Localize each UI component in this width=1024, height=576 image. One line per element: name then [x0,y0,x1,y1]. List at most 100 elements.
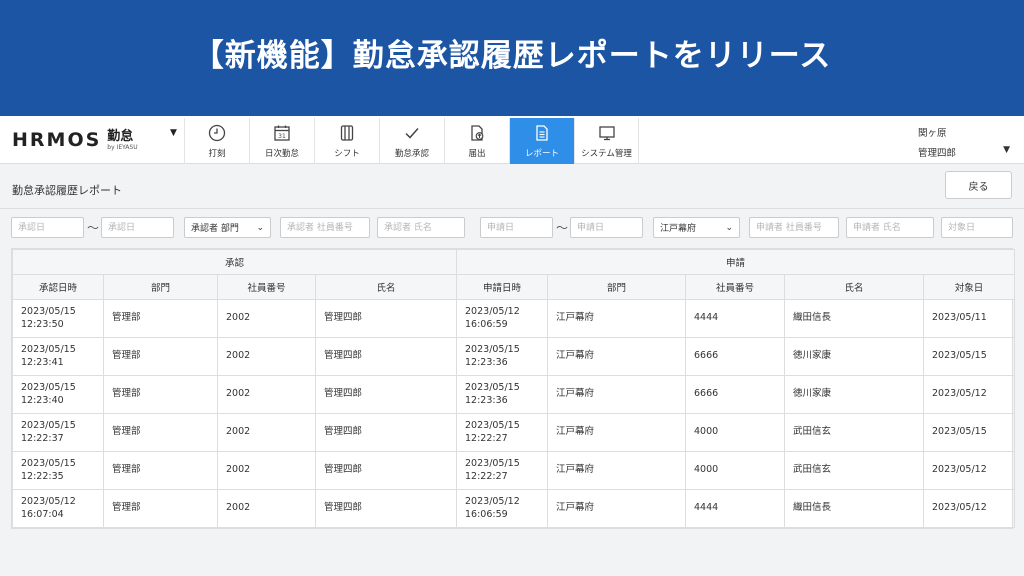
back-button[interactable]: 戻る [945,171,1012,199]
apply-date-to-input[interactable] [570,217,643,238]
application-datetime-cell: 2023/05/12 16:06:59 [456,489,549,528]
approver-empno-value: 2002 [226,312,251,324]
applicant-dept-value: 江戸幕府 [556,312,595,324]
column-header: 承認日時 [12,274,104,300]
nav-item-report[interactable]: レポート [509,118,574,164]
approval-datetime-date: 2023/05/15 [21,343,76,355]
applicant-empno-value: 4000 [694,464,719,476]
application-datetime-time: 16:06:59 [465,318,508,330]
applicant-dept-value: 江戸幕府 [556,350,595,362]
nav-item-attendance-approval[interactable]: 勤怠承認 [379,118,444,164]
applicant-empno-cell: 4444 [685,489,786,528]
user-name: 管理四郎 [918,148,957,159]
applicant-empno-value: 4000 [694,426,719,438]
application-datetime-cell: 2023/05/12 16:06:59 [456,299,549,338]
applicant-empno-cell: 6666 [685,337,786,376]
top-navigation-bar: HRMOS 勤怠 by IEYASU ▼ 打刻 31 日次勤怠 シフト 勤怠承認… [0,116,1024,164]
user-menu[interactable]: 関ヶ原 管理四郎 ▼ [918,125,1014,159]
approval-datetime-date: 2023/05/15 [21,381,76,393]
caret-down-icon[interactable]: ▼ [170,128,177,138]
approval-datetime-date: 2023/05/15 [21,305,76,317]
approver-dept-cell: 管理部 [103,375,218,414]
applicant-dept-cell: 江戸幕府 [547,489,687,528]
approve-date-to-input[interactable] [101,217,174,238]
applicant-empno-input[interactable] [749,217,839,238]
approver-dept-select[interactable]: 承認者 部門 ⌄ [184,217,271,238]
approver-name-input[interactable] [377,217,465,238]
nav-label-notification: 届出 [468,149,486,159]
approval-datetime-cell: 2023/05/15 12:23:50 [12,299,104,338]
applicant-name-cell: 織田信長 [784,299,925,338]
approval-datetime-time: 12:23:40 [21,394,64,406]
table-row: 2023/05/15 12:23:41 管理部 2002 管理四郎 2023/05/15 1… [12,337,1016,376]
nav-label-report: レポート [524,149,559,159]
application-datetime-time: 12:22:27 [465,432,508,444]
approver-name-value: 管理四郎 [324,426,363,438]
approver-dept-select-value: 承認者 部門 [191,224,239,234]
applicant-empno-value: 4444 [694,502,719,514]
nav-item-notification[interactable]: 届出 [444,118,509,164]
approval-datetime-time: 12:22:37 [21,432,64,444]
application-datetime-time: 12:23:36 [465,394,508,406]
column-header: 対象日 [923,274,1016,300]
applicant-dept-value: 江戸幕府 [556,426,595,438]
applicant-name-value: 織田信長 [793,312,832,324]
approver-dept-cell: 管理部 [103,413,218,452]
target-date-cell: 2023/05/11 [923,299,1016,338]
banner-title: 【新機能】勤怠承認履歴レポートをリリース [192,37,832,74]
chevron-down-icon: ⌄ [725,222,733,233]
company-name: 関ヶ原 [918,128,947,139]
nav-label-attendance-approval: 勤怠承認 [394,149,429,159]
group-header-approval: 承認 [11,249,458,275]
nav-item-punch[interactable]: 打刻 [184,118,249,164]
apply-date-from-input[interactable] [480,217,553,238]
target-date-value: 2023/05/11 [932,312,987,324]
approver-name-cell: 管理四郎 [314,375,458,414]
approval-datetime-cell: 2023/05/15 12:22:37 [12,413,104,452]
target-date-cell: 2023/05/15 [923,413,1016,452]
approval-datetime-time: 12:23:41 [21,356,64,368]
application-datetime-cell: 2023/05/15 12:22:27 [456,413,549,452]
applicant-name-value: 武田信玄 [793,464,832,476]
approver-empno-input[interactable] [280,217,370,238]
application-datetime-time: 12:23:36 [465,356,508,368]
approver-name-value: 管理四郎 [324,502,363,514]
range-separator: 〜 [87,221,100,235]
applicant-dept-cell: 江戸幕府 [547,299,687,338]
application-datetime-date: 2023/05/15 [465,457,520,469]
approver-name-value: 管理四郎 [324,464,363,476]
table-row: 2023/05/12 16:07:04 管理部 2002 管理四郎 2023/05/12 1… [12,489,1016,528]
approver-empno-cell: 2002 [217,299,316,338]
applicant-dept-select[interactable]: 江戸幕府 ⌄ [653,217,740,238]
application-datetime-time: 12:22:27 [465,470,508,482]
app-window: HRMOS 勤怠 by IEYASU ▼ 打刻 31 日次勤怠 シフト 勤怠承認… [0,116,1024,576]
approve-date-from-input[interactable] [11,217,84,238]
approver-empno-cell: 2002 [217,489,316,528]
nav-item-shift[interactable]: シフト [314,118,379,164]
application-datetime-date: 2023/05/12 [465,495,520,507]
applicant-dept-cell: 江戸幕府 [547,413,687,452]
applicant-empno-cell: 4000 [685,413,786,452]
target-date-value: 2023/05/15 [932,426,987,438]
main-nav: 打刻 31 日次勤怠 シフト 勤怠承認 届出 レポート システム管理 [184,118,639,164]
product-switcher[interactable]: HRMOS 勤怠 by IEYASU [12,124,138,156]
approval-datetime-cell: 2023/05/12 16:07:04 [12,489,104,528]
approver-dept-value: 管理部 [112,464,141,476]
application-datetime-date: 2023/05/15 [465,419,520,431]
target-date-cell: 2023/05/15 [923,337,1016,376]
nav-item-system-admin[interactable]: システム管理 [574,118,639,164]
application-datetime-cell: 2023/05/15 12:22:27 [456,451,549,490]
applicant-name-value: 武田信玄 [793,426,832,438]
applicant-empno-cell: 4000 [685,451,786,490]
table-row: 2023/05/15 12:23:50 管理部 2002 管理四郎 2023/05/12 1… [12,299,1016,338]
nav-item-daily-attendance[interactable]: 31 日次勤怠 [249,118,314,164]
caret-down-icon: ▼ [1003,145,1010,155]
table-body: 2023/05/15 12:23:50 管理部 2002 管理四郎 2023/05/12 1… [12,299,1016,528]
applicant-name-input[interactable] [846,217,934,238]
applicant-name-cell: 武田信玄 [784,451,925,490]
report-icon [532,123,552,143]
target-date-input[interactable] [941,217,1013,238]
check-icon [402,123,422,143]
approver-dept-value: 管理部 [112,350,141,362]
applicant-dept-value: 江戸幕府 [556,388,595,400]
